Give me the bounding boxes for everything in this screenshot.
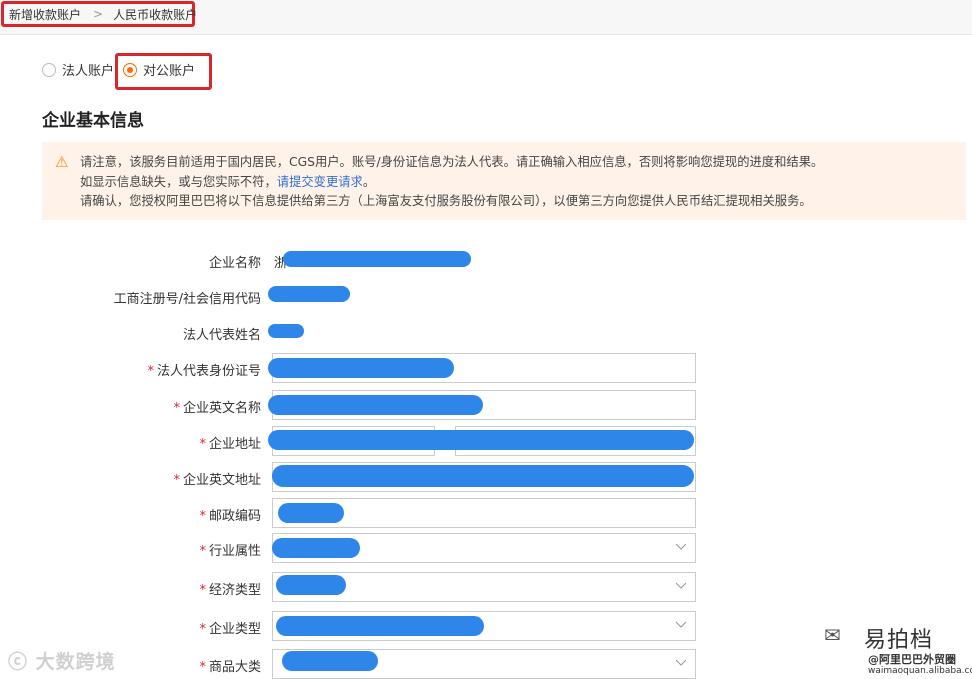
form-row-company-en-name: * 企业英文名称: [0, 390, 972, 420]
form-row-company-name: 企业名称 浙: [0, 245, 972, 275]
account-type-radio-group: 法人账户 对公账户: [42, 60, 195, 79]
field-label: * 商品大类: [199, 656, 261, 675]
form-row-legal-rep-id: * 法人代表身份证号: [0, 353, 972, 383]
redaction-mark: [283, 251, 471, 267]
redaction-mark: [276, 616, 484, 636]
notice-text: 。: [362, 174, 376, 189]
redaction-mark: [268, 286, 350, 302]
redaction-mark: [276, 575, 346, 595]
chevron-down-icon: [676, 543, 686, 550]
field-label: * 企业英文名称: [173, 397, 261, 416]
label-text: 商品大类: [208, 660, 261, 675]
watermark-title: 易拍档: [864, 628, 934, 653]
required-mark: *: [199, 544, 206, 559]
chevron-down-icon: [676, 582, 686, 589]
watermark-left: ⓒ 大数跨境: [8, 647, 116, 674]
required-mark: *: [173, 401, 180, 416]
form-row-legal-rep-name: 法人代表姓名: [0, 317, 972, 347]
redaction-mark: [268, 430, 694, 450]
required-mark: *: [199, 509, 206, 524]
redaction-mark: [272, 538, 360, 558]
label-text: 法人代表身份证号: [156, 364, 261, 379]
field-label: 企业名称: [208, 256, 261, 271]
field-label: * 企业地址: [199, 433, 261, 452]
redaction-mark: [282, 651, 378, 671]
required-mark: *: [199, 437, 206, 452]
form-row-registration-code: 工商注册号/社会信用代码: [0, 281, 972, 311]
notice-line-3: 请确认，您授权阿里巴巴将以下信息提供给第三方（上海富友支付服务股份有限公司），以…: [80, 194, 812, 208]
watermark-subtitle: @阿里巴巴外贸圈: [868, 653, 956, 666]
warning-icon: ⚠: [55, 153, 69, 171]
field-label: 工商注册号/社会信用代码: [113, 292, 261, 307]
breadcrumb-separator: >: [93, 7, 104, 21]
redaction-mark: [268, 324, 304, 338]
redaction-mark: [278, 503, 344, 523]
field-label: * 企业英文地址: [173, 469, 261, 488]
change-request-link[interactable]: 请提交变更请求: [277, 175, 363, 189]
radio-label: 法人账户: [62, 64, 115, 79]
required-mark: *: [199, 622, 206, 637]
label-text: 邮政编码: [208, 509, 261, 524]
field-label: * 法人代表身份证号: [147, 360, 261, 379]
watermark-url: waimaoquan.alibaba.com: [868, 666, 972, 676]
redaction-mark: [272, 465, 694, 487]
form-row-postal-code: * 邮政编码: [0, 498, 972, 528]
form-row-economic-type: * 经济类型: [0, 572, 972, 602]
form-row-company-en-address: * 企业英文地址: [0, 462, 972, 492]
breadcrumb-item-new-account[interactable]: 新增收款账户: [9, 6, 81, 23]
section-title: 企业基本信息: [42, 111, 144, 131]
radio-corporate-account[interactable]: 对公账户: [123, 60, 195, 79]
required-mark: *: [147, 364, 154, 379]
field-label: * 行业属性: [199, 540, 261, 559]
radio-legal-person-account[interactable]: 法人账户: [42, 60, 114, 79]
top-bar: 新增收款账户 > 人民币收款账户: [0, 0, 972, 35]
label-text: 企业英文地址: [182, 473, 261, 488]
field-label: 法人代表姓名: [182, 328, 261, 343]
radio-label: 对公账户: [143, 64, 196, 79]
watermark-left-text: 大数跨境: [35, 651, 116, 673]
field-label: * 邮政编码: [199, 505, 261, 524]
wechat-icon: ✉: [824, 623, 841, 647]
chevron-down-icon: [676, 659, 686, 666]
label-text: 企业类型: [208, 622, 261, 637]
breadcrumb: 新增收款账户 > 人民币收款账户: [1, 1, 198, 27]
field-label: * 经济类型: [199, 579, 261, 598]
form-row-company-address: * 企业地址: [0, 426, 972, 456]
breadcrumb-item-rmb-account: 人民币收款账户: [113, 7, 198, 22]
redaction-mark: [268, 395, 483, 415]
notice-line-2: 如显示信息缺失，或与您实际不符，请提交变更请求。: [80, 173, 956, 193]
chevron-down-icon: [676, 621, 686, 628]
label-text: 经济类型: [208, 583, 261, 598]
required-mark: *: [199, 660, 206, 675]
radio-circle[interactable]: [42, 62, 56, 77]
notice-text: 如显示信息缺失，或与您实际不符，: [80, 174, 277, 189]
radio-circle[interactable]: [123, 62, 138, 77]
required-mark: *: [173, 473, 180, 488]
notice-line-1: 请注意，该服务目前适用于国内居民，CGS用户。账号/身份证信息为法人代表。请正确…: [80, 155, 824, 169]
notice-banner: ⚠ 请注意，该服务目前适用于国内居民，CGS用户。账号/身份证信息为法人代表。请…: [42, 142, 966, 220]
label-text: 企业地址: [208, 437, 261, 452]
redaction-mark: [268, 358, 454, 378]
required-mark: *: [199, 583, 206, 598]
label-text: 行业属性: [208, 544, 261, 559]
label-text: 企业英文名称: [182, 401, 261, 416]
watermark-logo-icon: ⓒ: [8, 651, 29, 673]
watermark-right: ✉ 易拍档 @阿里巴巴外贸圈 waimaoquan.alibaba.com: [822, 620, 972, 679]
field-label: * 企业类型: [199, 618, 261, 637]
form-row-industry: * 行业属性: [0, 533, 972, 563]
